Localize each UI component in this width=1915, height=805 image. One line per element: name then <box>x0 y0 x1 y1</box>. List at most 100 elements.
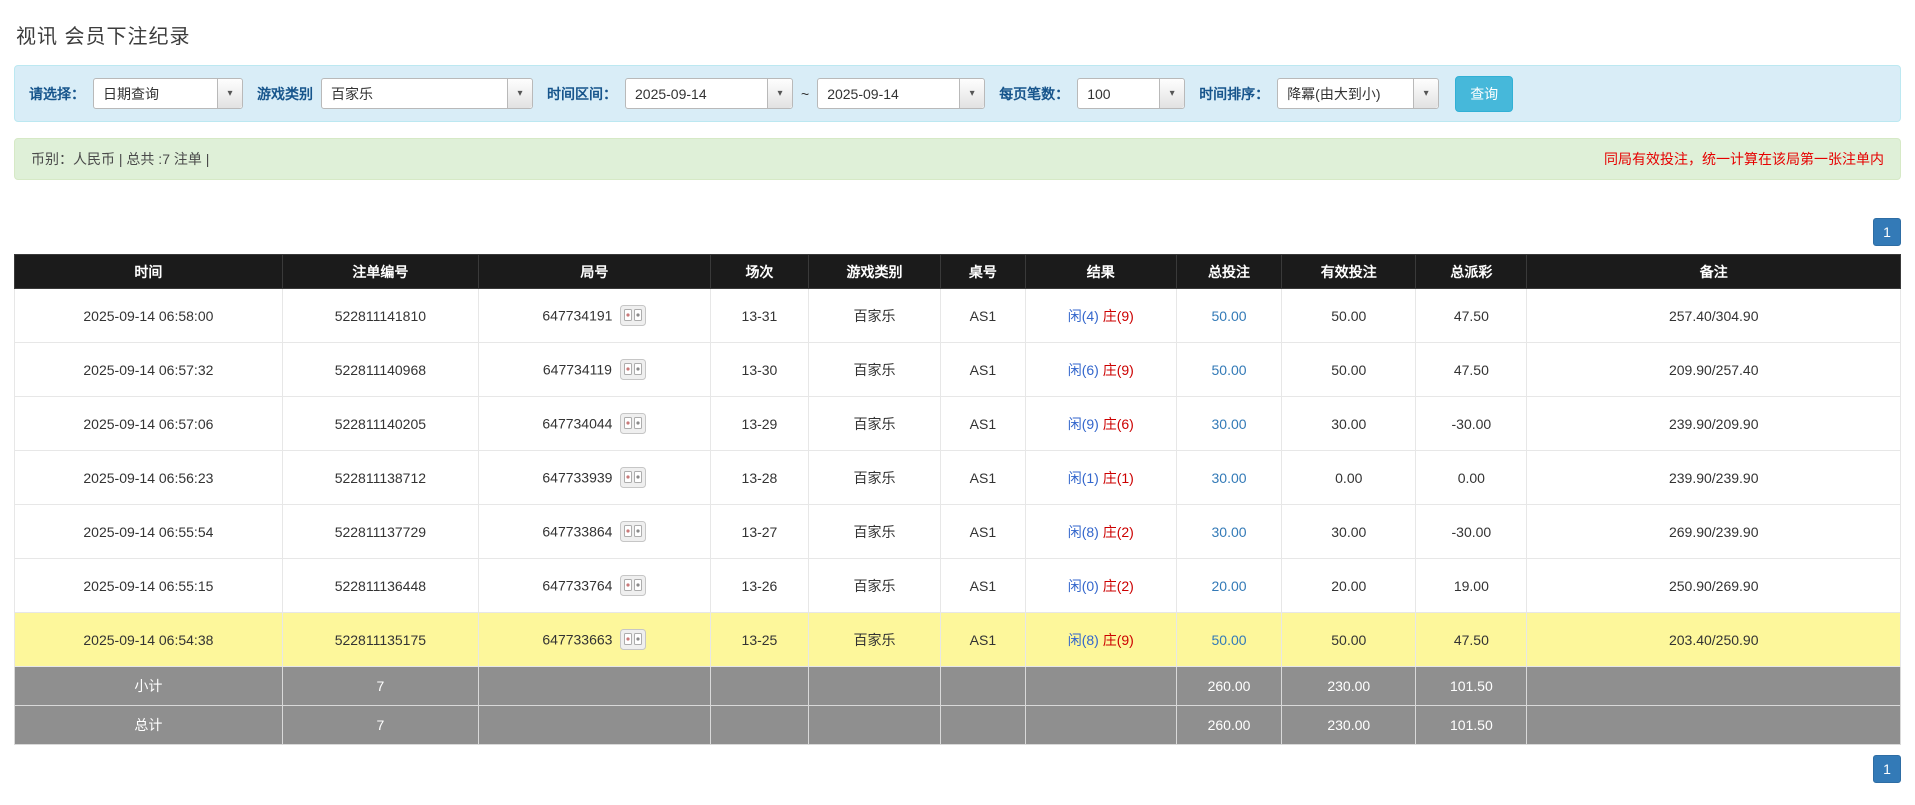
result-banker: 庄(2) <box>1102 577 1134 594</box>
cell-time: 2025-09-14 06:57:32 <box>14 342 283 397</box>
cell-total-bet: 50.00 <box>1175 612 1283 667</box>
cell-valid-bet: 50.00 <box>1281 342 1417 397</box>
chevron-down-icon[interactable]: ▾ <box>1159 79 1185 108</box>
date-to-select[interactable]: 2025-09-14 ▾ <box>817 78 986 109</box>
cell-round: 647733663 <box>477 612 711 667</box>
round-number: 647734044 <box>542 415 613 432</box>
query-type-select[interactable]: 日期查询 ▾ <box>93 78 243 109</box>
round-result-icon[interactable] <box>620 575 647 596</box>
round-result-icon[interactable] <box>620 629 647 650</box>
chevron-down-icon[interactable]: ▾ <box>959 79 985 108</box>
round-result-icon[interactable] <box>620 305 647 326</box>
column-header: 桌号 <box>939 254 1026 289</box>
chevron-down-icon[interactable]: ▾ <box>1413 79 1439 108</box>
cell-result: 闲(8) 庄(2) <box>1024 504 1177 559</box>
sort-order-select[interactable]: 降冪(由大到小) ▾ <box>1277 78 1440 109</box>
round-number: 647734119 <box>542 361 612 378</box>
subtotal-row-cell-4 <box>807 666 941 706</box>
cell-session: 13-28 <box>709 450 809 505</box>
cell-game-type: 百家乐 <box>807 288 941 343</box>
total-bet-link[interactable]: 30.00 <box>1212 524 1247 540</box>
cell-round: 647733939 <box>477 450 711 505</box>
total-bet-link[interactable]: 50.00 <box>1212 308 1247 324</box>
page-size-select[interactable]: 100 ▾ <box>1077 78 1186 109</box>
result-banker: 庄(1) <box>1102 469 1134 486</box>
cell-payout: 0.00 <box>1415 450 1528 505</box>
cell-valid-bet: 30.00 <box>1281 396 1417 451</box>
total-row-cell-4 <box>807 705 941 745</box>
table-row: 2025-09-14 06:57:32 522811140968 647734119… <box>14 342 1901 397</box>
cell-valid-bet: 50.00 <box>1281 288 1417 343</box>
query-type-value: 日期查询 <box>103 85 159 102</box>
cell-result: 闲(0) 庄(2) <box>1024 558 1177 613</box>
total-bet-link[interactable]: 20.00 <box>1212 578 1247 594</box>
result-banker: 庄(9) <box>1102 631 1134 648</box>
date-from-select[interactable]: 2025-09-14 ▾ <box>625 78 793 109</box>
cell-total-bet: 30.00 <box>1175 396 1283 451</box>
subtotal-row-cell-2 <box>477 666 711 706</box>
cell-total-bet: 50.00 <box>1175 342 1283 397</box>
result-banker: 庄(6) <box>1102 415 1134 432</box>
chevron-down-icon[interactable]: ▾ <box>507 79 532 108</box>
date-range-label: 时间区间： <box>547 85 617 102</box>
date-from-value: 2025-09-14 <box>635 85 707 102</box>
header-row: 时间 注单编号 局号 场次 游戏类别 桌号 结果 总投注 有效投注 总派彩 备注 <box>14 254 1901 289</box>
cell-game-type: 百家乐 <box>807 450 941 505</box>
cell-game-type: 百家乐 <box>807 612 941 667</box>
round-result-icon[interactable] <box>620 413 647 434</box>
cell-table-no: AS1 <box>939 396 1026 451</box>
round-number: 647733864 <box>542 523 613 540</box>
cell-table-no: AS1 <box>939 342 1026 397</box>
total-row-cell-7: 260.00 <box>1175 705 1283 745</box>
table-body: 2025-09-14 06:58:00 522811141810 647734191… <box>14 288 1901 667</box>
cell-time: 2025-09-14 06:55:54 <box>14 504 283 559</box>
column-header: 总派彩 <box>1415 254 1528 289</box>
chevron-down-icon[interactable]: ▾ <box>217 79 242 108</box>
total-bet-link[interactable]: 50.00 <box>1212 362 1247 378</box>
round-result-icon[interactable] <box>620 521 647 542</box>
summary-text: 币别：人民币 | 总共 :7 注单 | <box>31 151 210 167</box>
round-result-icon[interactable] <box>620 467 647 488</box>
column-header: 备注 <box>1526 254 1901 289</box>
page-size-value: 100 <box>1087 85 1111 102</box>
column-header: 结果 <box>1024 254 1177 289</box>
total-bet-link[interactable]: 50.00 <box>1212 632 1247 648</box>
game-type-select[interactable]: 百家乐 ▾ <box>321 78 533 109</box>
cell-bet-id: 522811141810 <box>281 288 479 343</box>
page-size-label: 每页笔数： <box>999 85 1070 102</box>
summary-bar: 币别：人民币 | 总共 :7 注单 | 同局有效投注，统一计算在该局第一张注单内 <box>14 138 1901 180</box>
total-bet-link[interactable]: 30.00 <box>1212 416 1247 432</box>
pagination-bottom: 1 <box>14 755 1901 783</box>
cell-time: 2025-09-14 06:54:38 <box>14 612 283 667</box>
summary-note: 同局有效投注，统一计算在该局第一张注单内 <box>1604 151 1884 167</box>
cell-session: 13-29 <box>709 396 809 451</box>
page-button-1[interactable]: 1 <box>1873 218 1901 246</box>
table-row: 2025-09-14 06:54:38 522811135175 647733663… <box>14 612 1901 667</box>
cell-table-no: AS1 <box>939 288 1026 343</box>
page-button-1[interactable]: 1 <box>1873 755 1901 783</box>
cell-time: 2025-09-14 06:58:00 <box>14 288 283 343</box>
column-header: 有效投注 <box>1281 254 1417 289</box>
cell-round: 647734191 <box>477 288 711 343</box>
cell-game-type: 百家乐 <box>807 558 941 613</box>
sort-order-label: 时间排序： <box>1199 85 1270 102</box>
table-header: 时间 注单编号 局号 场次 游戏类别 桌号 结果 总投注 有效投注 总派彩 备注 <box>14 254 1901 289</box>
chevron-down-icon[interactable]: ▾ <box>767 79 792 108</box>
cell-payout: 47.50 <box>1415 342 1528 397</box>
total-bet-link[interactable]: 30.00 <box>1212 470 1247 486</box>
cell-note: 239.90/239.90 <box>1526 450 1901 505</box>
round-result-icon[interactable] <box>619 359 646 380</box>
records-table: 时间 注单编号 局号 场次 游戏类别 桌号 结果 总投注 有效投注 总派彩 备注 2025-09-1… <box>14 254 1901 745</box>
result-player: 闲(4) <box>1067 307 1099 324</box>
cell-bet-id: 522811140205 <box>281 396 479 451</box>
search-button[interactable]: 查询 <box>1455 75 1514 112</box>
game-type-value: 百家乐 <box>331 85 373 102</box>
table-row: 2025-09-14 06:55:15 522811136448 647733764… <box>14 558 1901 613</box>
cell-payout: 19.00 <box>1415 558 1528 613</box>
cell-payout: 47.50 <box>1415 288 1528 343</box>
sort-order-value: 降冪(由大到小) <box>1287 85 1381 102</box>
query-type-label: 请选择： <box>29 85 85 102</box>
cell-note: 257.40/304.90 <box>1526 288 1901 343</box>
cell-session: 13-26 <box>709 558 809 613</box>
cell-session: 13-25 <box>709 612 809 667</box>
